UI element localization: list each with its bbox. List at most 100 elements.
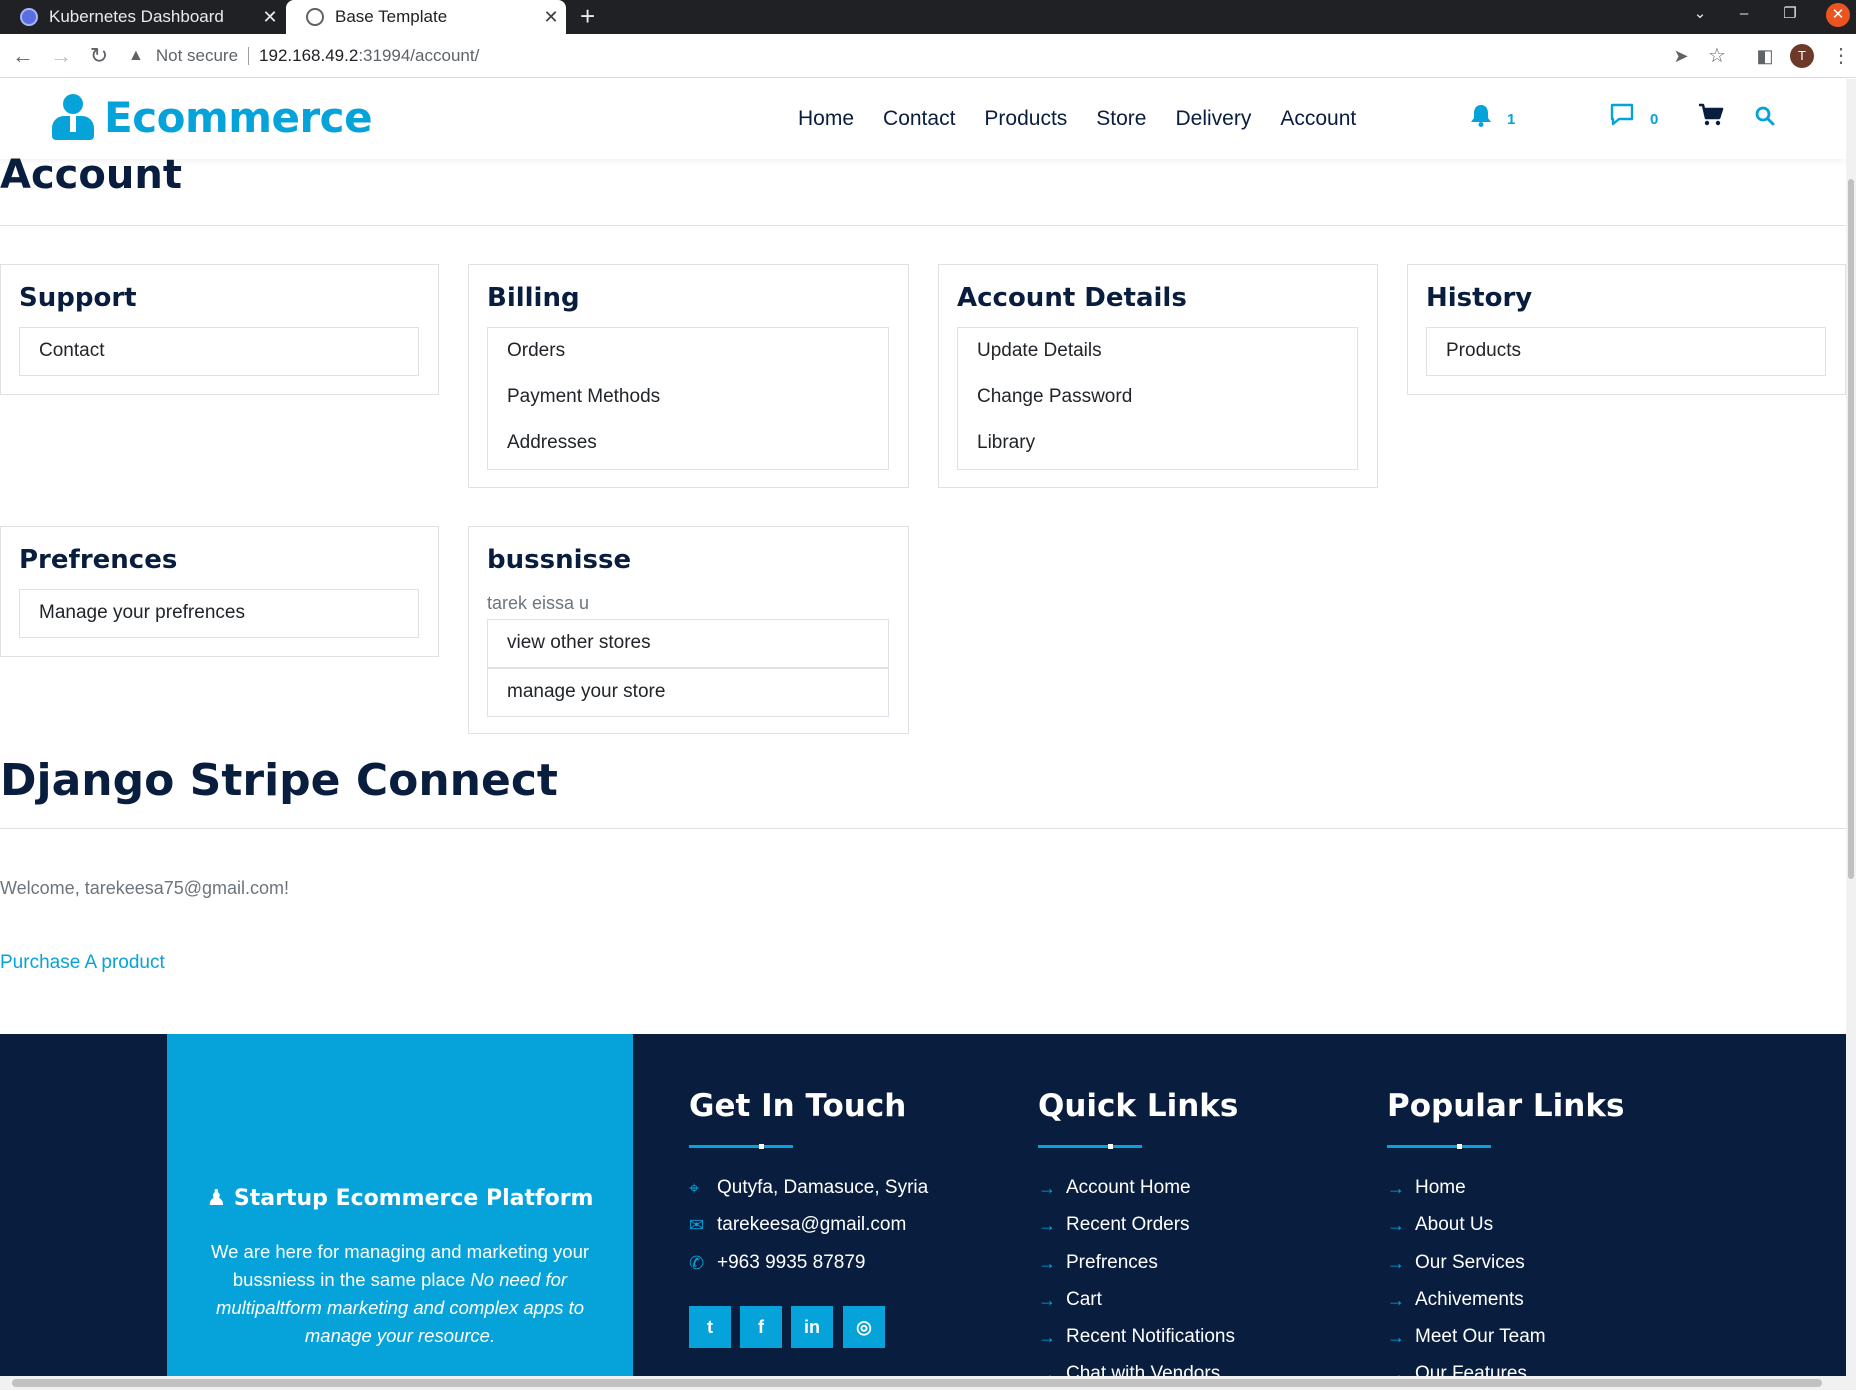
- list-item-manage-preferences[interactable]: Manage your prefrences: [20, 590, 418, 636]
- vertical-scrollbar[interactable]: [1846, 79, 1856, 1376]
- popular-link[interactable]: → About Us: [1387, 1214, 1493, 1236]
- support-list: Contact: [19, 327, 419, 376]
- tab-close-icon[interactable]: ✕: [255, 7, 285, 28]
- arrow-right-icon: →: [1038, 1214, 1056, 1235]
- list-item-manage-your-store[interactable]: manage your store: [487, 668, 889, 717]
- support-card: Support Contact: [0, 264, 439, 395]
- brand-logo[interactable]: Ecommerce: [52, 93, 373, 142]
- site-footer: ♟ Startup Ecommerce Platform We are here…: [0, 1034, 1846, 1384]
- back-arrow-icon[interactable]: ←: [8, 34, 38, 78]
- quick-link[interactable]: → Prefrences: [1038, 1252, 1158, 1274]
- heading-underline: [1038, 1144, 1142, 1149]
- bookmark-star-icon[interactable]: ☆: [1702, 34, 1732, 78]
- nav-store[interactable]: Store: [1096, 107, 1146, 131]
- linkedin-icon[interactable]: in: [791, 1306, 833, 1348]
- tab-search-chevron-icon[interactable]: ⌄: [1688, 0, 1712, 30]
- quick-link[interactable]: → Cart: [1038, 1289, 1102, 1311]
- phone-icon: ✆: [689, 1252, 705, 1273]
- footer-phone[interactable]: ✆ +963 9935 87879: [689, 1252, 865, 1274]
- profile-avatar[interactable]: T: [1790, 44, 1814, 68]
- kubernetes-favicon-icon: [20, 8, 38, 26]
- url-path: :31994/account/: [358, 46, 480, 65]
- facebook-icon[interactable]: f: [740, 1306, 782, 1348]
- quick-link[interactable]: → Recent Notifications: [1038, 1326, 1235, 1348]
- reload-icon[interactable]: ↻: [84, 34, 114, 78]
- bell-icon[interactable]: [1470, 103, 1492, 127]
- footer-brand-line[interactable]: ♟ Startup Ecommerce Platform: [167, 1186, 633, 1211]
- footer-brand-panel: ♟ Startup Ecommerce Platform We are here…: [167, 1034, 633, 1376]
- quick-link-label: Account Home: [1066, 1177, 1191, 1198]
- list-item-products[interactable]: Products: [1427, 328, 1825, 374]
- twitter-icon[interactable]: t: [689, 1306, 731, 1348]
- popular-link[interactable]: → Meet Our Team: [1387, 1326, 1546, 1348]
- url-host: 192.168.49.2: [259, 46, 359, 65]
- card-title: Support: [19, 283, 137, 313]
- purchase-product-link[interactable]: Purchase A product: [0, 952, 165, 974]
- notification-count: 1: [1507, 111, 1516, 128]
- site-header: Ecommerce Home Contact Products Store De…: [0, 79, 1846, 159]
- list-item-change-password[interactable]: Change Password: [958, 374, 1357, 420]
- send-icon[interactable]: ➤: [1666, 34, 1696, 78]
- popular-link-label: Home: [1415, 1177, 1466, 1198]
- restore-icon[interactable]: ❐: [1778, 0, 1802, 30]
- menu-kebab-icon[interactable]: ⋮: [1826, 34, 1856, 78]
- list-item-update-details[interactable]: Update Details: [958, 328, 1357, 374]
- tab-close-icon[interactable]: ✕: [536, 7, 566, 28]
- main-nav: Home Contact Products Store Delivery Acc…: [798, 79, 1385, 159]
- nav-products[interactable]: Products: [984, 107, 1067, 131]
- list-item-payment-methods[interactable]: Payment Methods: [488, 374, 888, 420]
- arrow-right-icon: →: [1038, 1252, 1056, 1273]
- side-panel-icon[interactable]: ◧: [1750, 34, 1780, 78]
- business-list: view other stores manage your store: [487, 619, 889, 717]
- quick-link-label: Recent Orders: [1066, 1214, 1190, 1235]
- browser-tab-bar: Kubernetes Dashboard ✕ Base Template ✕ +…: [0, 0, 1856, 34]
- title-divider: [0, 225, 1846, 226]
- brand-name: Ecommerce: [104, 93, 373, 142]
- account-details-list: Update Details Change Password Library: [957, 327, 1358, 470]
- instagram-icon[interactable]: ◎: [843, 1306, 885, 1348]
- list-item-library[interactable]: Library: [958, 420, 1357, 466]
- footer-email[interactable]: ✉ tarekeesa@gmail.com: [689, 1214, 906, 1236]
- tab-base-template[interactable]: Base Template ✕: [286, 0, 566, 34]
- chat-bubble-icon[interactable]: [1609, 103, 1635, 127]
- globe-favicon-icon: [306, 8, 324, 26]
- popular-link[interactable]: → Our Services: [1387, 1252, 1525, 1274]
- quick-link-label: Prefrences: [1066, 1252, 1158, 1273]
- horizontal-scrollbar[interactable]: [0, 1376, 1856, 1390]
- nav-account[interactable]: Account: [1280, 107, 1356, 131]
- tab-kubernetes-dashboard[interactable]: Kubernetes Dashboard ✕: [0, 0, 285, 34]
- user-tie-icon: ♟: [206, 1186, 227, 1211]
- email-text: tarekeesa@gmail.com: [717, 1214, 907, 1235]
- address-bar[interactable]: ▲ Not secure 192.168.49.2:31994/account/: [128, 39, 1688, 73]
- quick-link[interactable]: → Recent Orders: [1038, 1214, 1190, 1236]
- search-icon[interactable]: [1755, 106, 1775, 126]
- quick-link-label: Cart: [1066, 1289, 1102, 1310]
- omnibox-divider: [248, 47, 250, 65]
- address-text: Qutyfa, Damasuce, Syria: [717, 1177, 929, 1198]
- security-label[interactable]: Not secure: [156, 46, 238, 66]
- window-close-icon[interactable]: ✕: [1826, 3, 1850, 27]
- preferences-list: Manage your prefrences: [19, 589, 419, 638]
- billing-list: Orders Payment Methods Addresses: [487, 327, 889, 470]
- minimize-icon[interactable]: –: [1732, 0, 1756, 30]
- history-list: Products: [1426, 327, 1826, 376]
- popular-link[interactable]: → Achivements: [1387, 1289, 1524, 1311]
- quick-link[interactable]: → Account Home: [1038, 1177, 1191, 1199]
- cart-icon[interactable]: [1698, 103, 1724, 127]
- list-item-view-other-stores[interactable]: view other stores: [487, 619, 889, 668]
- card-title: bussnisse: [487, 545, 632, 575]
- nav-delivery[interactable]: Delivery: [1175, 107, 1251, 131]
- footer-heading: Quick Links: [1038, 1088, 1239, 1124]
- nav-home[interactable]: Home: [798, 107, 854, 131]
- list-item-contact[interactable]: Contact: [20, 328, 418, 374]
- browser-toolbar: ← → ↻ ▲ Not secure 192.168.49.2:31994/ac…: [0, 34, 1856, 78]
- horizontal-scroll-thumb[interactable]: [12, 1379, 1822, 1387]
- popular-link[interactable]: → Home: [1387, 1177, 1466, 1199]
- new-tab-plus-icon[interactable]: +: [580, 0, 595, 34]
- vertical-scroll-thumb[interactable]: [1848, 179, 1854, 879]
- list-item-orders[interactable]: Orders: [488, 328, 888, 374]
- popular-link-label: Achivements: [1415, 1289, 1524, 1310]
- list-item-addresses[interactable]: Addresses: [488, 420, 888, 466]
- nav-contact[interactable]: Contact: [883, 107, 955, 131]
- forward-arrow-icon[interactable]: →: [46, 34, 76, 78]
